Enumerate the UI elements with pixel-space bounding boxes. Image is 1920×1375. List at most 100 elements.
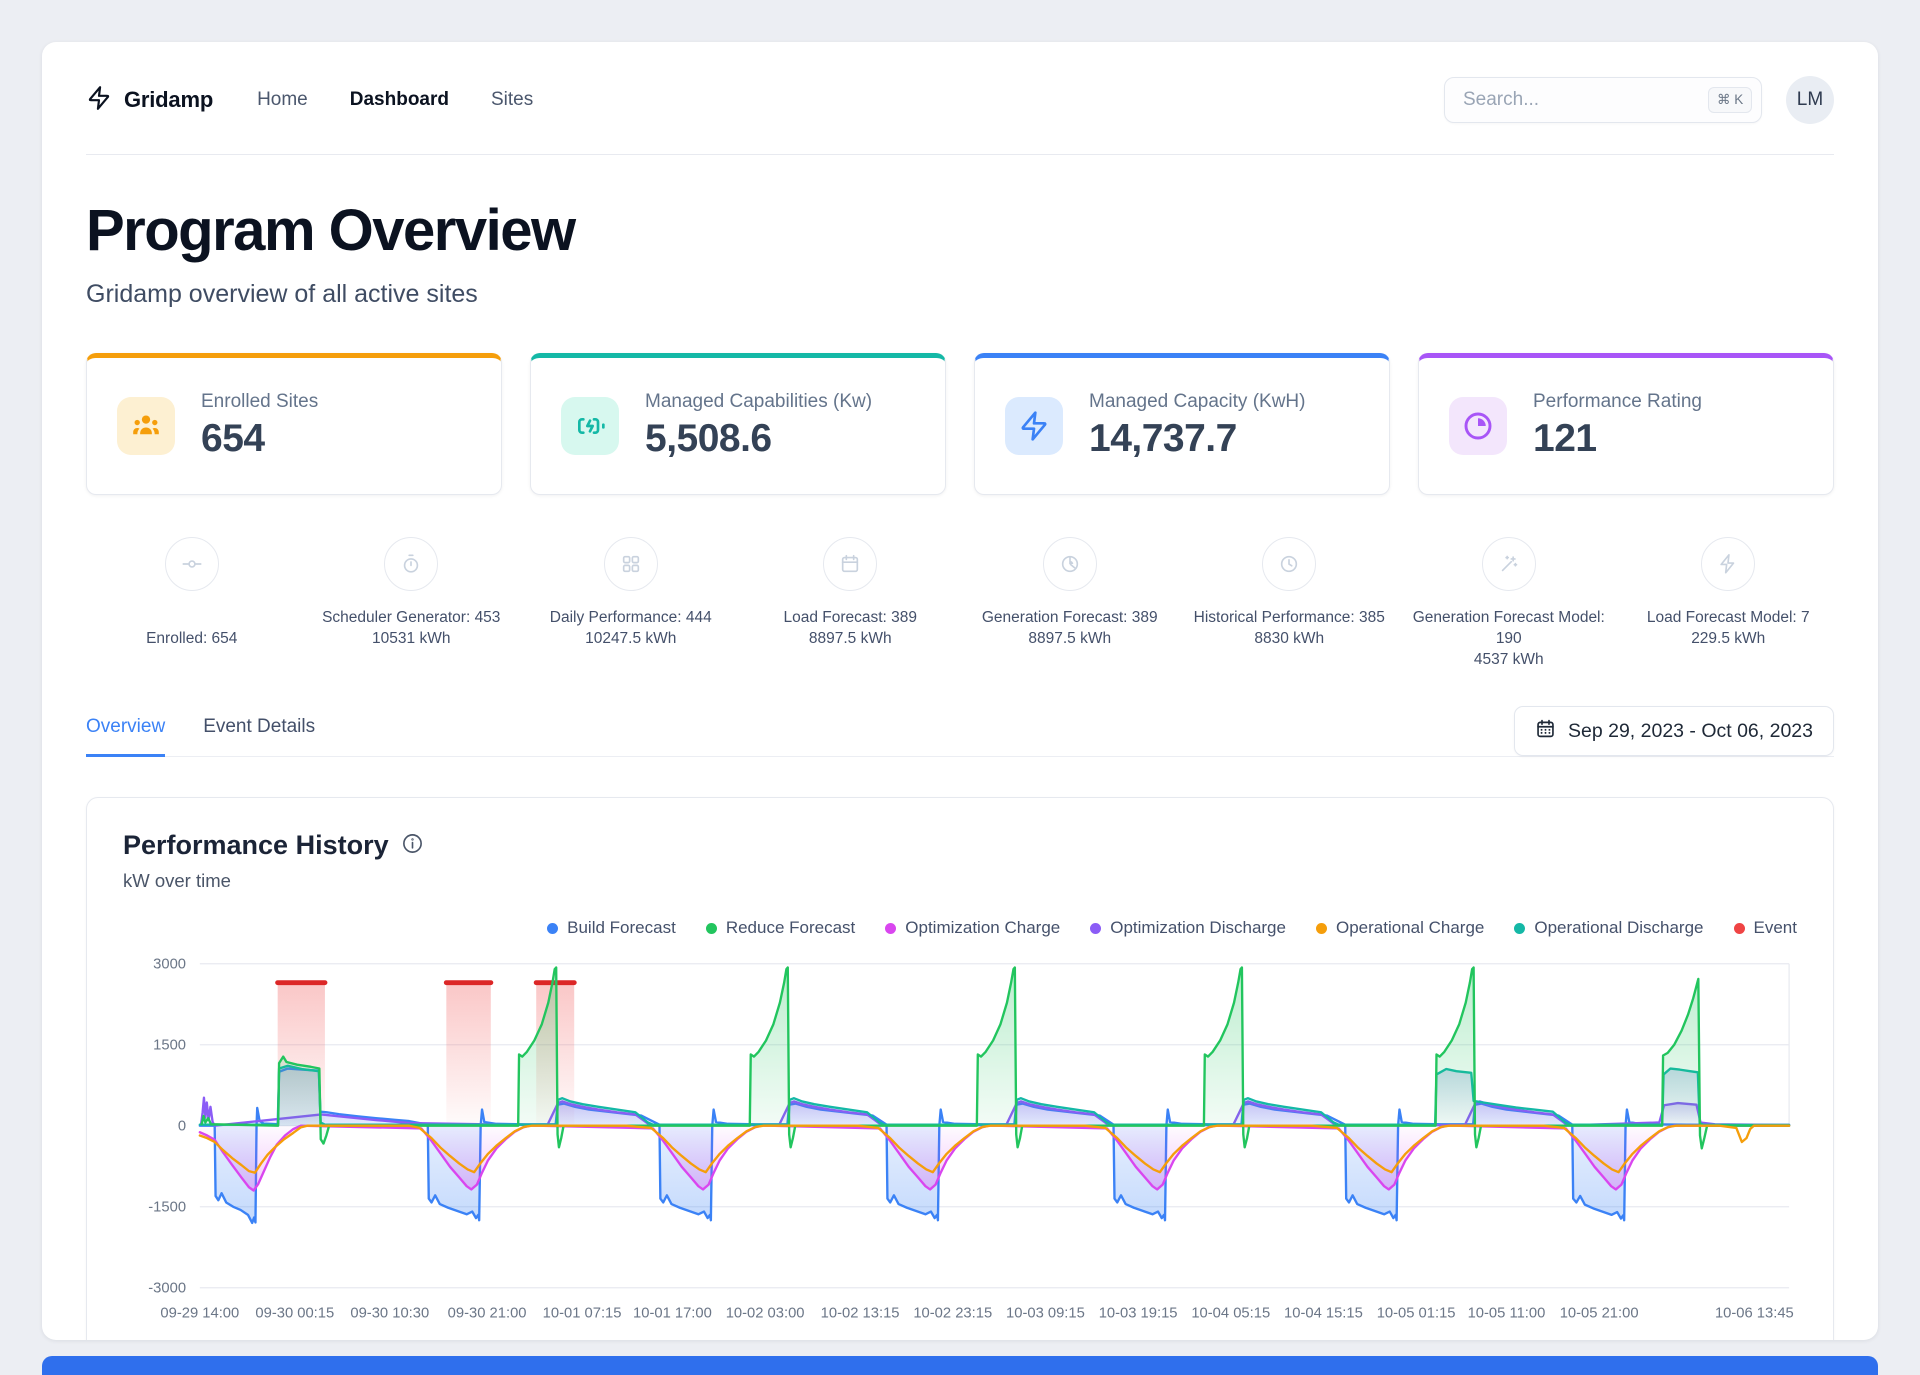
header: Gridamp Home Dashboard Sites ⌘ K LM [86, 42, 1834, 155]
svg-text:10-04 05:15: 10-04 05:15 [1191, 1305, 1270, 1321]
legend-dot [1090, 923, 1101, 934]
date-range-label: Sep 29, 2023 - Oct 06, 2023 [1568, 720, 1813, 743]
stat-value: 654 [201, 417, 318, 461]
svg-text:09-29 14:00: 09-29 14:00 [160, 1305, 239, 1321]
legend-dot [1316, 923, 1327, 934]
metric-line2: 8830 kWh [1184, 628, 1396, 649]
page-title: Program Overview [86, 197, 1834, 264]
svg-text:1500: 1500 [153, 1038, 186, 1054]
svg-text:-1500: -1500 [148, 1200, 186, 1216]
legend-dot [885, 923, 896, 934]
date-range-button[interactable]: Sep 29, 2023 - Oct 06, 2023 [1514, 706, 1834, 756]
metric-line2: 10531 kWh [306, 628, 518, 649]
nav-item-sites[interactable]: Sites [491, 89, 533, 111]
metric-line1: Generation Forecast: 389 [964, 607, 1176, 628]
legend-item[interactable]: Optimization Discharge [1090, 918, 1286, 938]
metric-line2: Enrolled: 654 [86, 628, 298, 649]
svg-text:10-02 03:00: 10-02 03:00 [726, 1305, 805, 1321]
brand-name: Gridamp [124, 87, 213, 113]
battery-charging-icon [561, 397, 619, 455]
svg-text:10-02 13:15: 10-02 13:15 [821, 1305, 900, 1321]
metric-generation-forecast: Generation Forecast: 3898897.5 kWh [964, 537, 1176, 670]
chart-canvas[interactable]: 300015000-1500-300009-29 14:0009-30 00:1… [123, 948, 1797, 1340]
stat-card-managed-capacity: Managed Capacity (KwH) 14,737.7 [974, 353, 1390, 495]
legend-item[interactable]: Operational Charge [1316, 918, 1484, 938]
bolt-icon [1005, 397, 1063, 455]
nav-item-dashboard[interactable]: Dashboard [350, 89, 449, 111]
bolt-logo-icon [86, 83, 112, 118]
performance-history-card: Performance History kW over time Build F… [86, 797, 1834, 1340]
legend-label: Operational Discharge [1534, 918, 1703, 938]
metric-line2: 8897.5 kWh [964, 628, 1176, 649]
calendar-icon [1535, 718, 1556, 745]
stat-card-managed-capabilities: Managed Capabilities (Kw) 5,508.6 [530, 353, 946, 495]
history-clock-icon [1262, 537, 1316, 591]
metric-line2: 4537 kWh [1403, 649, 1615, 670]
main-card: Gridamp Home Dashboard Sites ⌘ K LM Prog… [42, 42, 1878, 1340]
metric-daily-performance: Daily Performance: 44410247.5 kWh [525, 537, 737, 670]
stat-label: Managed Capacity (KwH) [1089, 391, 1305, 413]
svg-text:09-30 10:30: 09-30 10:30 [350, 1305, 429, 1321]
legend-label: Reduce Forecast [726, 918, 855, 938]
metric-load-forecast: Load Forecast: 3898897.5 kWh [745, 537, 957, 670]
legend-item[interactable]: Event [1734, 918, 1797, 938]
svg-text:10-05 01:15: 10-05 01:15 [1377, 1305, 1456, 1321]
stat-cards: Enrolled Sites 654 Managed Capabilities … [86, 353, 1834, 495]
metric-line1: Daily Performance: 444 [525, 607, 737, 628]
metric-historical-performance: Historical Performance: 3858830 kWh [1184, 537, 1396, 670]
nav: Home Dashboard Sites [257, 89, 533, 111]
metric-line1: Generation Forecast Model: 190 [1403, 607, 1615, 649]
users-icon [117, 397, 175, 455]
legend-item[interactable]: Build Forecast [547, 918, 676, 938]
stat-value: 121 [1533, 417, 1702, 461]
chart-title: Performance History [123, 830, 389, 861]
legend-label: Operational Charge [1336, 918, 1484, 938]
page: Gridamp Home Dashboard Sites ⌘ K LM Prog… [0, 0, 1920, 1375]
brand[interactable]: Gridamp [86, 83, 213, 118]
svg-text:10-03 09:15: 10-03 09:15 [1006, 1305, 1085, 1321]
zap-icon [1701, 537, 1755, 591]
legend-dot [706, 923, 717, 934]
legend-dot [1734, 923, 1745, 934]
info-icon[interactable] [401, 832, 424, 860]
legend-item[interactable]: Operational Discharge [1514, 918, 1703, 938]
chart-legend: Build Forecast Reduce Forecast Optimizatio… [123, 918, 1797, 938]
metric-line2: 229.5 kWh [1623, 628, 1835, 649]
metric-line1: Scheduler Generator: 453 [306, 607, 518, 628]
legend-dot [547, 923, 558, 934]
avatar[interactable]: LM [1786, 76, 1834, 124]
legend-label: Event [1754, 918, 1797, 938]
commit-icon [165, 537, 219, 591]
legend-item[interactable]: Reduce Forecast [706, 918, 855, 938]
stat-value: 14,737.7 [1089, 417, 1305, 461]
metric-line2: 8897.5 kWh [745, 628, 957, 649]
metrics-row: Enrolled: 654 Scheduler Generator: 45310… [86, 537, 1834, 670]
svg-text:10-01 17:00: 10-01 17:00 [633, 1305, 712, 1321]
stat-label: Managed Capabilities (Kw) [645, 391, 872, 413]
svg-text:10-05 21:00: 10-05 21:00 [1560, 1305, 1639, 1321]
metric-line1: Historical Performance: 385 [1184, 607, 1396, 628]
metric-line2: 10247.5 kWh [525, 628, 737, 649]
tab-event-details[interactable]: Event Details [203, 716, 315, 757]
search-box[interactable]: ⌘ K [1444, 77, 1762, 123]
tab-overview[interactable]: Overview [86, 716, 165, 757]
chart-subtitle: kW over time [123, 870, 1797, 892]
svg-text:0: 0 [178, 1119, 186, 1135]
metric-enrolled: Enrolled: 654 [86, 537, 298, 670]
search-input[interactable] [1463, 89, 1708, 111]
stat-value: 5,508.6 [645, 417, 872, 461]
content: Gridamp Home Dashboard Sites ⌘ K LM Prog… [42, 42, 1878, 1340]
stat-card-enrolled-sites: Enrolled Sites 654 [86, 353, 502, 495]
nav-item-home[interactable]: Home [257, 89, 308, 111]
legend-dot [1514, 923, 1525, 934]
svg-text:09-30 21:00: 09-30 21:00 [448, 1305, 527, 1321]
svg-text:10-03 19:15: 10-03 19:15 [1099, 1305, 1178, 1321]
metric-line1: Load Forecast: 389 [745, 607, 957, 628]
pie-chart-icon [1449, 397, 1507, 455]
legend-item[interactable]: Optimization Charge [885, 918, 1060, 938]
legend-label: Build Forecast [567, 918, 676, 938]
stat-card-performance-rating: Performance Rating 121 [1418, 353, 1834, 495]
svg-text:10-06 13:45: 10-06 13:45 [1715, 1305, 1794, 1321]
metric-scheduler-generator: Scheduler Generator: 45310531 kWh [306, 537, 518, 670]
svg-text:10-01 07:15: 10-01 07:15 [543, 1305, 622, 1321]
